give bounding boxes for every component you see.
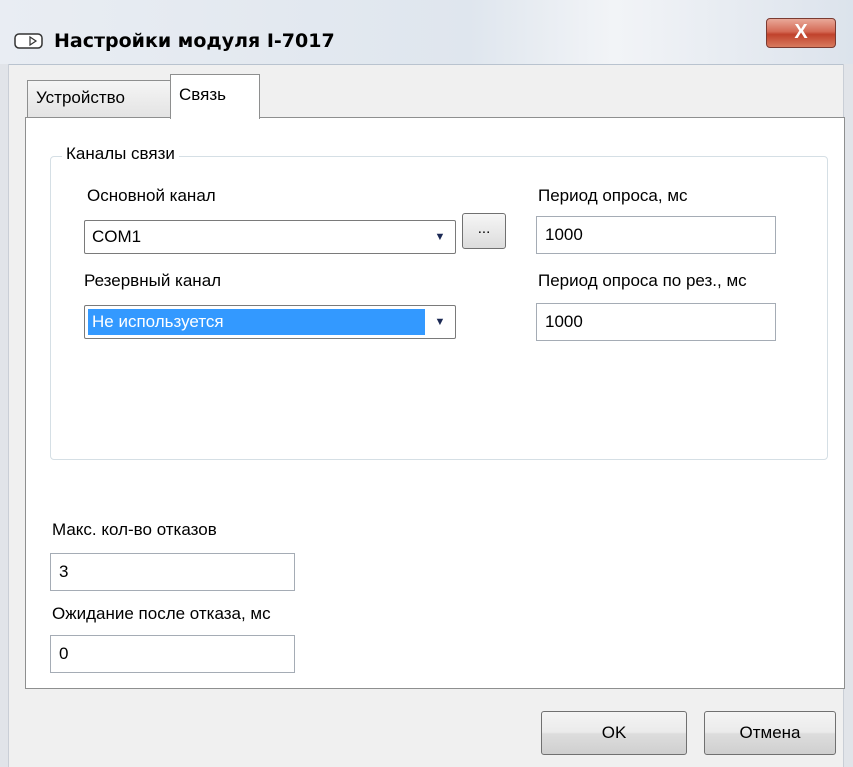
chevron-down-icon: ▼ — [434, 316, 446, 328]
primary-channel-label: Основной канал — [87, 186, 216, 205]
browse-channel-button[interactable]: ... — [462, 213, 506, 249]
max-failures-input[interactable]: 3 — [50, 553, 295, 591]
title-bar: Настройки модуля I-7017 X — [0, 0, 853, 65]
primary-channel-select[interactable]: COM1 ▼ — [84, 220, 456, 254]
backup-channel-value: Не используется — [88, 309, 425, 335]
backup-poll-period-label: Период опроса по рез., мс — [538, 271, 747, 290]
module-icon — [14, 33, 43, 49]
failure-wait-input[interactable]: 0 — [50, 635, 295, 673]
failure-wait-label: Ожидание после отказа, мс — [52, 604, 271, 623]
ok-button[interactable]: OK — [541, 711, 687, 755]
backup-poll-period-input[interactable]: 1000 — [536, 303, 776, 341]
max-failures-label: Макс. кол-во отказов — [52, 520, 217, 539]
window-title: Настройки модуля I-7017 — [54, 30, 335, 52]
chevron-down-icon: ▼ — [434, 231, 446, 243]
poll-period-label: Период опроса, мс — [538, 186, 688, 205]
tab-device[interactable]: Устройство — [27, 80, 171, 118]
window-left-border — [0, 64, 9, 767]
primary-channel-value: COM1 — [92, 227, 142, 246]
close-button[interactable]: X — [766, 18, 836, 48]
tab-connection[interactable]: Связь — [170, 74, 260, 119]
channels-group-title: Каналы связи — [62, 144, 179, 164]
settings-dialog: Настройки модуля I-7017 X Устройство Свя… — [0, 0, 853, 767]
backup-channel-select[interactable]: Не используется ▼ — [84, 305, 456, 339]
poll-period-input[interactable]: 1000 — [536, 216, 776, 254]
backup-channel-label: Резервный канал — [84, 271, 222, 290]
cancel-button[interactable]: Отмена — [704, 711, 836, 755]
